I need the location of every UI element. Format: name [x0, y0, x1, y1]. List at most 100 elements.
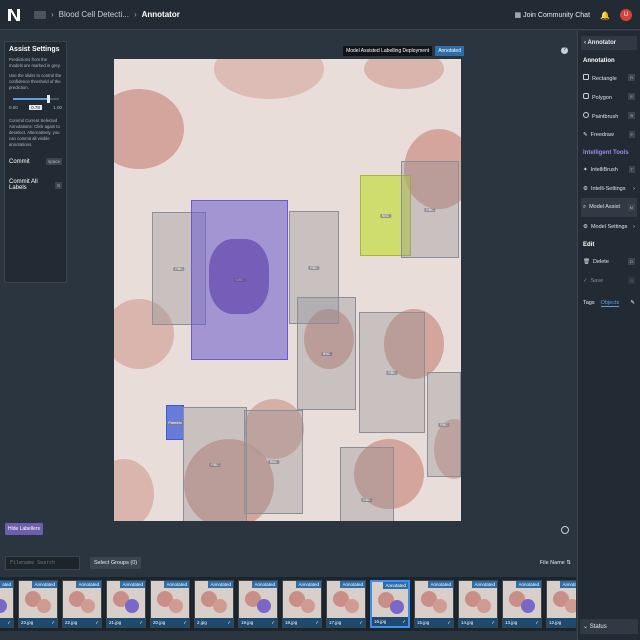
filename-search-input[interactable] — [5, 555, 80, 570]
check-icon: ✓ — [51, 619, 55, 625]
model-settings[interactable]: ⚙ Model Settings › — [581, 217, 637, 236]
check-icon: ✓ — [139, 619, 143, 625]
thumbnail-cell — [169, 599, 183, 613]
check-icon: ✓ — [7, 619, 11, 625]
thumbnail-item[interactable]: Annotated 19.jpg ✓ — [238, 580, 278, 628]
thumbnail-cell — [345, 599, 359, 613]
thumbnail-filename: 13.jpg — [505, 620, 518, 625]
thumbnail-filename: 14.jpg — [461, 620, 474, 625]
thumbnail-caption: 21.jpg ✓ — [107, 618, 145, 627]
edit-section-title: Edit — [583, 242, 595, 248]
thumbnail-item[interactable]: ated ✓ — [0, 580, 14, 628]
avatar[interactable]: U — [620, 9, 632, 21]
sort-dropdown[interactable]: File Name ⇅ — [540, 560, 571, 566]
bbox-rbc[interactable]: RBC — [359, 312, 425, 433]
thumbnail-item[interactable]: Annotated 14.jpg ✓ — [458, 580, 498, 628]
home-crumb-icon[interactable] — [34, 10, 46, 19]
help-icon[interactable]: ? — [561, 47, 568, 54]
breadcrumb-annotator: Annotator — [141, 10, 180, 19]
intelligent-tools-title: Intelligent Tools — [583, 150, 629, 156]
check-icon: ✓ — [315, 619, 319, 625]
thumbnail-item[interactable]: Annotated 12.jpg✓ — [546, 580, 576, 628]
annotated-badge: Annotated — [32, 581, 57, 588]
bbox-rbc[interactable]: RBC — [183, 407, 247, 521]
bbox-rbc[interactable]: RBC — [297, 297, 356, 410]
intellibrush-tool[interactable]: ✦ IntelliBrush T — [581, 160, 637, 179]
intelli-settings[interactable]: ⚙ Intelli-Settings › — [581, 179, 637, 198]
thumbnail-caption: 12.jpg✓ — [547, 618, 576, 627]
chevron-right-icon: › — [633, 185, 635, 192]
thumbnail-filename: 12.jpg — [549, 620, 562, 625]
save-tool[interactable]: ✓ Save S — [581, 271, 637, 290]
mal-deployment-tag[interactable]: Model Assisted Labelling Deployment Anno… — [343, 46, 464, 56]
thumbnail-caption: 18.jpg ✓ — [283, 618, 321, 627]
annotator-header[interactable]: ‹ Annotator — [581, 36, 637, 50]
select-groups-button[interactable]: Select Groups (0) — [90, 556, 142, 569]
annotated-badge: Annotated — [383, 582, 408, 589]
bbox-rbc[interactable]: RBC — [340, 447, 394, 521]
thumbnail-caption: 14.jpg ✓ — [459, 618, 497, 627]
delete-tool[interactable]: 🗑 Delete D — [581, 252, 637, 271]
confidence-slider[interactable] — [13, 95, 59, 103]
right-panel: ‹ Annotator Annotation Rectangle R Polygo… — [577, 31, 640, 640]
thumbnail-filename: 22.jpg — [65, 620, 78, 625]
annotation-section-title: Annotation — [583, 58, 615, 64]
thumbnail-item[interactable]: Annotated 17.jpg ✓ — [326, 580, 366, 628]
chevron-right-icon: › — [633, 223, 635, 230]
check-icon: ✓ — [95, 619, 99, 625]
freedraw-tool[interactable]: ✎ Freedraw F — [581, 125, 637, 144]
thumbnail-item[interactable]: Annotated 15.jpg ✓ — [414, 580, 454, 628]
thumbnail-caption: 2.jpg ✓ — [195, 618, 233, 627]
paintbrush-tool[interactable]: Paintbrush B — [581, 106, 637, 125]
commit-all-button[interactable]: Commit All Labels S — [9, 179, 62, 191]
check-icon: ✓ — [359, 619, 363, 625]
settings-gear-icon[interactable] — [561, 526, 569, 534]
thumbnail-item[interactable]: Annotated 21.jpg ✓ — [106, 580, 146, 628]
bbox-rbc[interactable]: RBC — [427, 372, 461, 477]
model-assist-tool[interactable]: ⌕ Model Assist M — [581, 198, 637, 217]
bell-icon[interactable]: 🔔 — [600, 11, 610, 20]
thumbnail-cell — [390, 600, 404, 614]
hide-labellers-button[interactable]: Hide Labellers — [5, 523, 43, 535]
thumbnail-item[interactable]: Annotated 22.jpg ✓ — [62, 580, 102, 628]
sparkle-icon: ✦ — [583, 166, 588, 173]
panel-tabs: Tags Objects ✎ — [581, 300, 637, 307]
breadcrumb-project[interactable]: Blood Cell Detecti... — [59, 10, 129, 19]
chevron-right-icon: › — [51, 10, 54, 19]
commit-button[interactable]: Commit space — [9, 158, 62, 165]
thumbnail-filename: 23.jpg — [21, 620, 34, 625]
thumbnail-caption: 20.jpg ✓ — [151, 618, 189, 627]
check-icon: ✓ — [447, 619, 451, 625]
slider-min: 0.00 — [9, 105, 18, 110]
thumbnail-item[interactable]: Annotated 20.jpg ✓ — [150, 580, 190, 628]
thumbnail-filename: 17.jpg — [329, 620, 342, 625]
annotation-image[interactable]: RBC WBC RBC RBC RBC RBC RBC RBC Platelet… — [114, 59, 461, 521]
app-logo[interactable] — [8, 8, 20, 21]
thumbnail-item[interactable]: Annotated 23.jpg ✓ — [18, 580, 58, 628]
annotated-badge: Annotated — [208, 581, 233, 588]
thumbnail-cell — [257, 599, 271, 613]
edit-pencil-icon[interactable]: ✎ — [630, 300, 635, 307]
thumbnail-filename: 19.jpg — [241, 620, 254, 625]
thumbnail-item[interactable]: Annotated 16.jpg ✓ — [370, 580, 410, 628]
thumbnail-item[interactable]: Annotated 2.jpg ✓ — [194, 580, 234, 628]
slider-value[interactable]: 0.78 — [29, 105, 42, 110]
tab-objects[interactable]: Objects — [600, 300, 620, 307]
bbox-platelets[interactable]: Platelets — [166, 405, 184, 440]
thumbnail-cell — [37, 599, 51, 613]
assist-desc-2: Use the slider to control the confidence… — [9, 73, 62, 90]
thumbnail-item[interactable]: Annotated 13.jpg ✓ — [502, 580, 542, 628]
thumbnail-cell — [565, 599, 576, 613]
tab-tags[interactable]: Tags — [583, 300, 595, 307]
community-chat-link[interactable]: ▦ Join Community Chat — [515, 11, 590, 19]
thumbnail-caption: 15.jpg ✓ — [415, 618, 453, 627]
bbox-rbc[interactable]: RBC — [244, 410, 303, 514]
slider-handle[interactable] — [47, 95, 51, 103]
thumbnail-item[interactable]: Annotated 18.jpg ✓ — [282, 580, 322, 628]
status-section[interactable]: ⌄ Status — [580, 619, 638, 634]
thumbnail-cell — [125, 599, 139, 613]
rectangle-tool[interactable]: Rectangle R — [581, 68, 637, 87]
bbox-rbc[interactable]: RBC — [401, 161, 459, 258]
annotated-badge: Annotated — [164, 581, 189, 588]
polygon-tool[interactable]: Polygon E — [581, 87, 637, 106]
